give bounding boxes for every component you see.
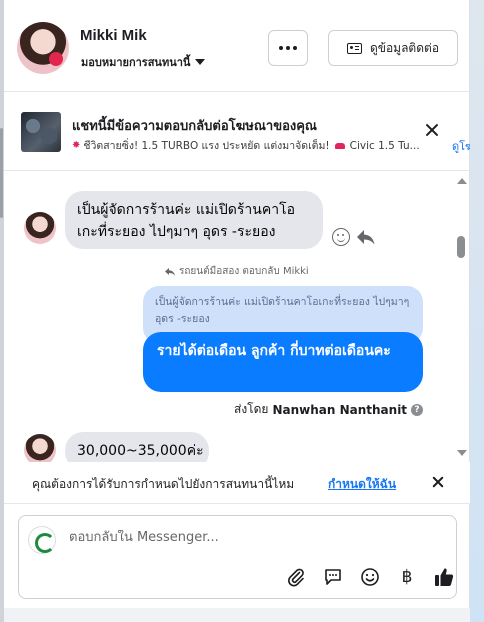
reply-icon[interactable] bbox=[356, 228, 376, 246]
emoji-button[interactable] bbox=[357, 564, 383, 590]
contact-avatar-small[interactable] bbox=[24, 434, 56, 462]
contact-avatar[interactable] bbox=[17, 22, 69, 74]
assign-suggestion-text: คุณต้องการได้รับการกำหนดไปยังการสนทนานี้… bbox=[32, 477, 295, 491]
ad-banner-title: แชทนี้มีข้อความตอบกลับต่อโฆษณาของคุณ bbox=[72, 119, 317, 134]
more-icon-dot bbox=[286, 46, 290, 50]
ad-subtitle-text: ชีวิตสายซิ่ง! 1.5 TURBO แรง ประหยัด แต่ง… bbox=[83, 140, 330, 152]
like-button[interactable] bbox=[431, 564, 457, 590]
close-icon bbox=[424, 122, 440, 138]
sent-by-name: Nanwhan Nanthanit bbox=[272, 402, 408, 417]
conversation-header: Mikki Mik มอบหมายการสนทนานี้ ดูข้อมูลติด… bbox=[4, 0, 470, 92]
assign-suggestion-bar: คุณต้องการได้รับการกำหนดไปยังการสนทนานี้… bbox=[4, 462, 470, 504]
ad-banner-subtitle: ✸ ชีวิตสายซิ่ง! 1.5 TURBO แรง ประหยัด แต… bbox=[72, 137, 420, 154]
close-ad-banner-button[interactable] bbox=[424, 122, 440, 138]
more-options-button[interactable] bbox=[268, 30, 308, 66]
sparkle-icon: ✸ bbox=[72, 140, 81, 151]
more-icon bbox=[279, 46, 283, 50]
incoming-message[interactable]: เป็นผู้จัดการร้านค่ะ แม่เปิดร้านคาโอเกะท… bbox=[65, 191, 323, 249]
sent-by-info: ส่งโดย Nanwhan Nanthanit ? bbox=[234, 400, 424, 419]
emoji-icon bbox=[361, 568, 379, 586]
info-icon[interactable]: ? bbox=[411, 403, 424, 416]
attach-button[interactable] bbox=[283, 564, 309, 590]
saved-replies-button[interactable] bbox=[320, 564, 346, 590]
message-composer: ฿ bbox=[18, 515, 457, 599]
contact-card-icon bbox=[346, 42, 362, 54]
reply-input[interactable] bbox=[69, 530, 429, 545]
dismiss-suggestion-button[interactable] bbox=[431, 475, 445, 489]
caret-down-icon bbox=[195, 59, 206, 65]
assign-label: มอบหมายการสนทนานี้ bbox=[81, 56, 191, 69]
incoming-message[interactable]: 30,000~35,000ค่ะ bbox=[65, 432, 209, 462]
reply-context-text: รถยนต์มือสอง ตอบกลับ Mikki bbox=[179, 266, 309, 277]
reply-arrow-icon bbox=[165, 267, 175, 276]
contact-name[interactable]: Mikki Mik bbox=[80, 27, 147, 44]
contact-avatar-small[interactable] bbox=[24, 212, 56, 244]
chat-bubble-icon bbox=[325, 569, 341, 585]
assign-to-me-link[interactable]: กำหนดให้ฉัน bbox=[328, 475, 396, 494]
view-ad-link[interactable]: ดูโฆ bbox=[452, 137, 470, 155]
thumbs-up-icon bbox=[435, 568, 454, 586]
scroll-up-icon[interactable] bbox=[457, 178, 467, 184]
thread-scrollbar[interactable] bbox=[455, 172, 467, 462]
background-edge-right bbox=[470, 0, 484, 622]
avatar-flower-detail bbox=[49, 52, 63, 66]
page-avatar bbox=[28, 526, 56, 554]
message-thread[interactable]: เป็นผู้จัดการร้านค่ะ แม่เปิดร้านคาโอเกะท… bbox=[4, 172, 470, 462]
scroll-down-icon[interactable] bbox=[457, 450, 467, 456]
contact-info-label: ดูข้อมูลติดต่อ bbox=[369, 40, 440, 55]
outgoing-message[interactable]: รายได้ต่อเดือน ลูกค้า กี่บาทต่อเดือนคะ bbox=[143, 332, 423, 392]
ad-subtitle-tail: Civic 1.5 Tu... bbox=[349, 139, 420, 152]
assign-conversation-dropdown[interactable]: มอบหมายการสนทนานี้ bbox=[81, 53, 206, 71]
payment-button[interactable]: ฿ bbox=[394, 564, 420, 590]
scroll-thumb[interactable] bbox=[457, 236, 465, 258]
react-emoji-icon[interactable] bbox=[332, 228, 350, 246]
sent-by-prefix: ส่งโดย bbox=[234, 402, 269, 416]
composer-toolbar: ฿ bbox=[283, 564, 457, 590]
more-icon-dot bbox=[293, 46, 297, 50]
close-icon bbox=[431, 475, 445, 489]
conversation-panel: Mikki Mik มอบหมายการสนทนานี้ ดูข้อมูลติด… bbox=[4, 0, 470, 608]
car-icon bbox=[334, 142, 345, 149]
view-contact-info-button[interactable]: ดูข้อมูลติดต่อ bbox=[328, 30, 458, 66]
ad-reply-banner: แชทนี้มีข้อความตอบกลับต่อโฆษณาของคุณ ✸ ช… bbox=[4, 93, 470, 171]
ad-thumbnail[interactable] bbox=[21, 112, 61, 152]
reply-context-caption: รถยนต์มือสอง ตอบกลับ Mikki bbox=[164, 264, 309, 279]
edge-scroll-indicator bbox=[0, 128, 3, 218]
paperclip-icon bbox=[288, 568, 304, 587]
baht-icon: ฿ bbox=[401, 567, 413, 587]
